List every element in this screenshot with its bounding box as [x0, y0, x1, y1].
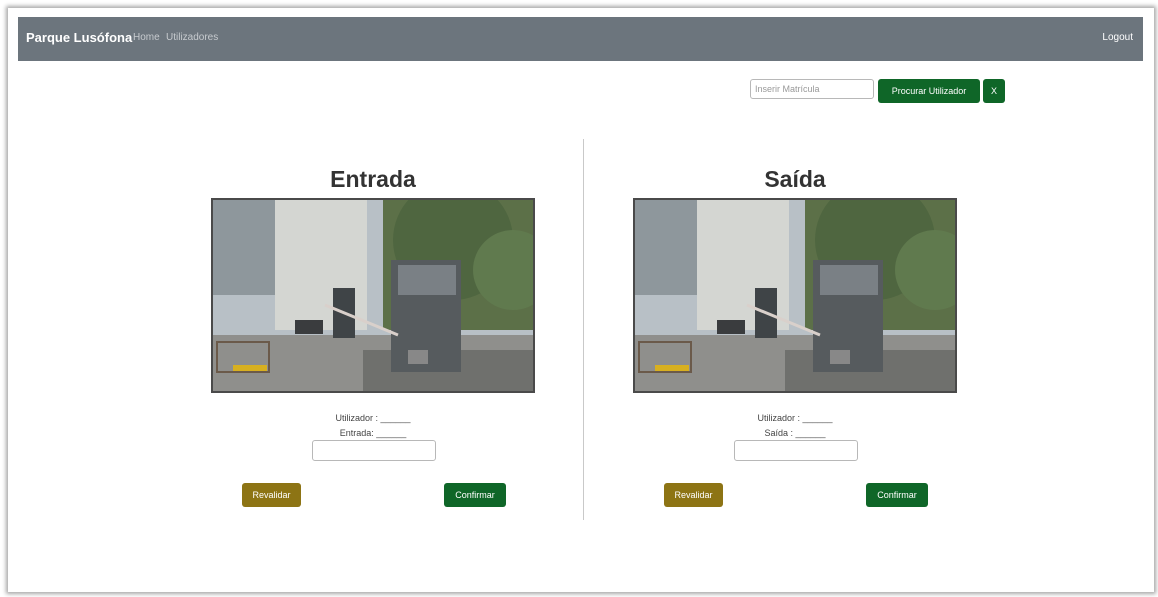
nav-link-utilizadores[interactable]: Utilizadores [166, 32, 218, 43]
entrada-time-label: Entrada: ______ [339, 428, 407, 438]
brand-logo[interactable]: Parque Lusófona [26, 30, 132, 45]
license-plate-search-input[interactable] [750, 79, 874, 99]
saida-camera-image [633, 198, 957, 393]
saida-title: Saída [764, 166, 826, 192]
search-user-button[interactable]: Procurar Utilizador [878, 79, 980, 103]
saida-revalidate-button[interactable]: Revalidar [664, 483, 723, 507]
saida-input-field[interactable] [734, 440, 858, 461]
entrada-camera-svg [213, 200, 533, 391]
saida-time-label: Saída : ______ [764, 428, 826, 438]
entrada-revalidate-button[interactable]: Revalidar [242, 483, 301, 507]
panel-divider [583, 139, 584, 520]
entrada-title: Entrada [330, 166, 416, 192]
logout-link[interactable]: Logout [1102, 32, 1133, 43]
entrada-confirm-button[interactable]: Confirmar [444, 483, 506, 507]
saida-camera-svg [635, 200, 955, 391]
navbar: Parque Lusófona Home Utilizadores Logout [18, 17, 1143, 61]
saida-user-label: Utilizador : ______ [757, 413, 833, 423]
entrada-input-field[interactable] [312, 440, 436, 461]
clear-search-button[interactable]: X [983, 79, 1005, 103]
entrada-camera-image [211, 198, 535, 393]
entrada-user-label: Utilizador : ______ [335, 413, 411, 423]
nav-link-home[interactable]: Home [133, 32, 160, 43]
saida-confirm-button[interactable]: Confirmar [866, 483, 928, 507]
